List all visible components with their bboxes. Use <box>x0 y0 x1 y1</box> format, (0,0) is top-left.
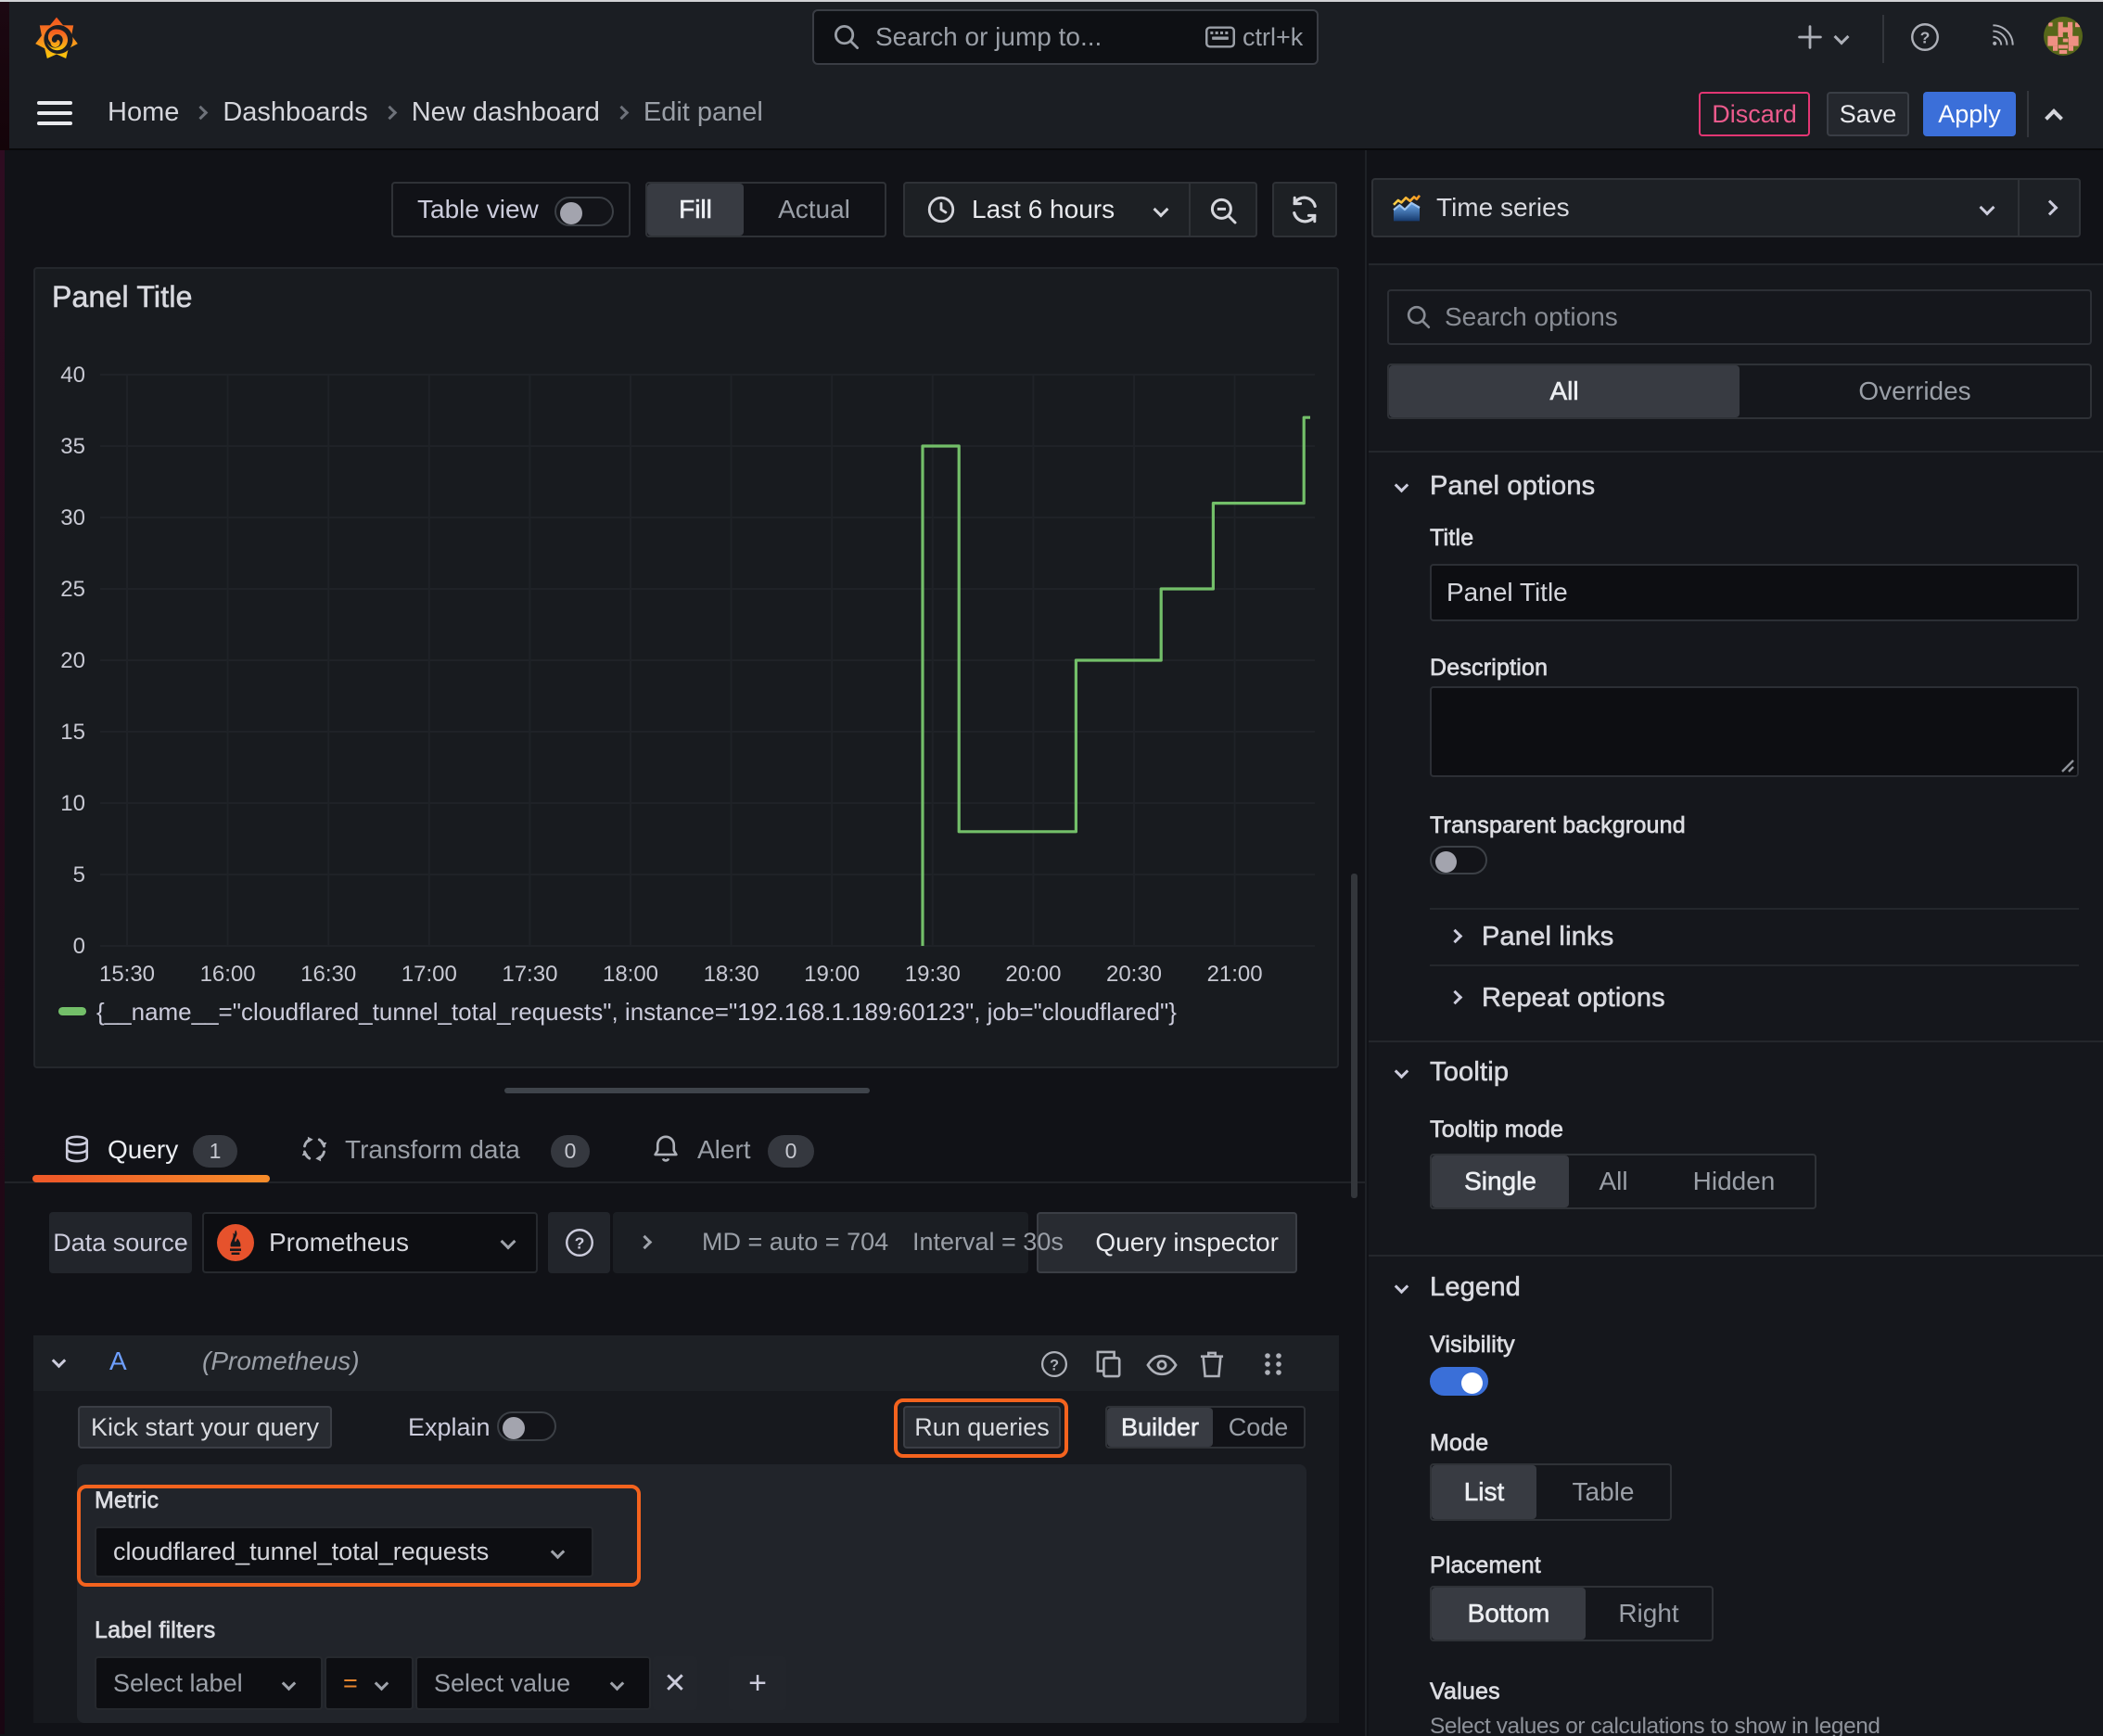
svg-text:20: 20 <box>60 648 85 673</box>
svg-text:20:00: 20:00 <box>1005 962 1061 987</box>
svg-text:16:00: 16:00 <box>200 962 256 987</box>
svg-text:30: 30 <box>60 505 85 530</box>
svg-text:15: 15 <box>60 720 85 745</box>
svg-text:18:00: 18:00 <box>603 962 658 987</box>
svg-text:0: 0 <box>73 934 85 959</box>
svg-text:18:30: 18:30 <box>704 962 759 987</box>
svg-text:20:30: 20:30 <box>1106 962 1162 987</box>
svg-text:?: ? <box>574 1234 584 1253</box>
svg-text:10: 10 <box>60 791 85 816</box>
svg-text:40: 40 <box>60 363 85 388</box>
svg-text:19:30: 19:30 <box>905 962 961 987</box>
svg-text:16:30: 16:30 <box>300 962 356 987</box>
svg-text:17:00: 17:00 <box>401 962 457 987</box>
svg-text:21:00: 21:00 <box>1207 962 1263 987</box>
svg-text:15:30: 15:30 <box>99 962 155 987</box>
svg-text:17:30: 17:30 <box>502 962 557 987</box>
svg-text:35: 35 <box>60 434 85 459</box>
svg-text:?: ? <box>1920 29 1931 47</box>
svg-text:?: ? <box>1050 1357 1059 1373</box>
svg-text:{__name__="cloudflared_tunnel_: {__name__="cloudflared_tunnel_total_requ… <box>96 998 1177 1026</box>
svg-text:19:00: 19:00 <box>804 962 860 987</box>
svg-text:5: 5 <box>73 862 85 887</box>
svg-text:25: 25 <box>60 577 85 602</box>
